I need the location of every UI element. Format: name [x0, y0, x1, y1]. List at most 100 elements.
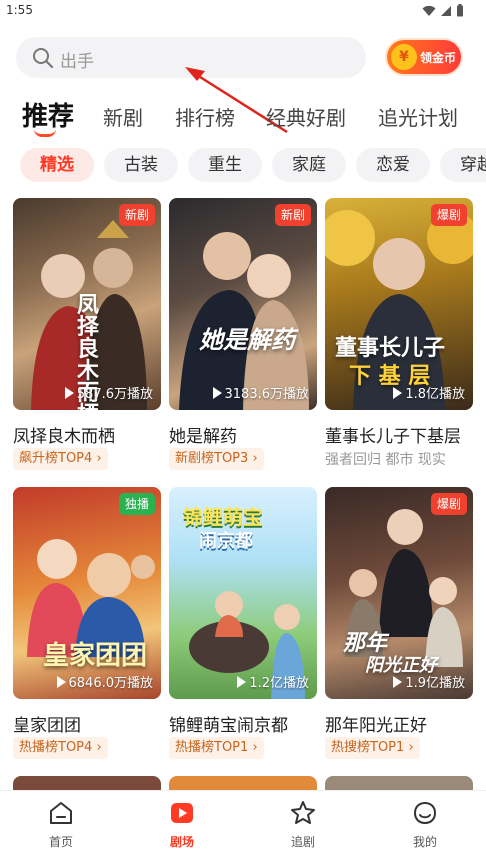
- nav-following-label: 追剧: [290, 835, 315, 849]
- collect-coins-label: 领金币: [420, 51, 457, 65]
- play-count: 587.6万播放: [64, 383, 153, 402]
- battery-icon: [457, 4, 463, 17]
- chevron-right-icon: ›: [252, 740, 258, 755]
- chip-time-travel[interactable]: 穿越: [440, 148, 486, 182]
- chevron-right-icon: ›: [96, 451, 102, 466]
- status-icons: [422, 4, 464, 17]
- drama-card[interactable]: 锦鲤萌宝 闹京都 1.2亿播放 锦鲤萌宝闹京都 热播榜TOP1 ›: [169, 487, 317, 767]
- exclusive-badge: 独播: [118, 493, 155, 515]
- tab-recommend[interactable]: 推荐: [22, 96, 74, 133]
- poster-title-line1: 锦鲤萌宝: [183, 505, 263, 529]
- play-icon: [393, 675, 403, 688]
- collect-coins-button[interactable]: ¥ 领金币: [387, 40, 461, 74]
- drama-card[interactable]: 那年 阳光正好 爆剧 1.9亿播放 那年阳光正好 热搜榜TOP1 ›: [325, 487, 473, 767]
- nav-profile[interactable]: 我的: [380, 799, 470, 850]
- play-count-text: 1.2亿播放: [249, 676, 309, 691]
- play-count-text: 1.8亿播放: [405, 387, 465, 402]
- poster-title: 皇家团团: [43, 641, 148, 671]
- nav-home[interactable]: 首页: [16, 799, 106, 850]
- chevron-right-icon: ›: [408, 740, 414, 755]
- play-count: 6846.0万播放: [56, 672, 154, 691]
- status-time: 1:55: [6, 3, 33, 17]
- nav-home-label: 首页: [48, 835, 73, 849]
- drama-poster[interactable]: 董事长儿子 下 基 层 爆剧 1.8亿播放: [325, 198, 473, 410]
- drama-card-partial[interactable]: [13, 776, 161, 790]
- drama-card[interactable]: 凤择良木而栖 新剧 587.6万播放 凤择良木而栖 飙升榜TOP4 ›: [13, 198, 161, 478]
- drama-card[interactable]: 皇家团团 独播 6846.0万播放 皇家团团 热播榜TOP4 ›: [13, 487, 161, 767]
- poster-art: [179, 232, 309, 410]
- coin-icon: ¥: [391, 44, 417, 70]
- chip-featured[interactable]: 精选: [20, 148, 94, 182]
- search-icon: [33, 48, 54, 69]
- rank-tag[interactable]: 热播榜TOP4 ›: [13, 737, 108, 759]
- drama-title[interactable]: 凤择良木而栖: [13, 422, 115, 447]
- poster-title-line2: 闹京都: [199, 531, 253, 552]
- play-icon: [237, 675, 247, 688]
- category-tabs: 推荐 新剧 排行榜 经典好剧 追光计划: [0, 96, 486, 140]
- drama-poster[interactable]: 那年 阳光正好 爆剧 1.9亿播放: [325, 487, 473, 699]
- rank-tag[interactable]: 新剧榜TOP3 ›: [169, 448, 264, 470]
- drama-title[interactable]: 她是解药: [169, 422, 237, 447]
- play-count: 3183.6万播放: [212, 383, 310, 402]
- rank-tag-text: 热搜榜TOP1: [331, 740, 405, 755]
- profile-icon: [413, 801, 437, 825]
- theater-play-icon: [171, 803, 193, 823]
- rank-tag-text: 热播榜TOP4: [19, 740, 93, 755]
- new-drama-badge: 新剧: [118, 204, 155, 226]
- drama-title[interactable]: 锦鲤萌宝闹京都: [169, 711, 288, 736]
- drama-card-partial[interactable]: [325, 776, 473, 790]
- play-count-text: 6846.0万播放: [68, 676, 154, 691]
- wifi-icon: [422, 5, 436, 16]
- play-icon: [393, 386, 403, 399]
- drama-poster[interactable]: 凤择良木而栖 新剧 587.6万播放: [13, 198, 161, 410]
- home-icon: [50, 802, 72, 824]
- genre-tags: 强者回归 都市 现实: [325, 452, 446, 468]
- drama-poster[interactable]: 锦鲤萌宝 闹京都 1.2亿播放: [169, 487, 317, 699]
- drama-card[interactable]: 她是解药 新剧 3183.6万播放 她是解药 新剧榜TOP3 ›: [169, 198, 317, 478]
- nav-following[interactable]: 追剧: [258, 799, 348, 850]
- play-icon: [64, 386, 74, 399]
- tab-classic[interactable]: 经典好剧: [266, 102, 346, 131]
- play-icon: [56, 675, 66, 688]
- rank-tag[interactable]: 热播榜TOP1 ›: [169, 737, 264, 759]
- new-drama-badge: 新剧: [274, 204, 311, 226]
- play-count-text: 3183.6万播放: [224, 387, 310, 402]
- nav-profile-label: 我的: [412, 835, 437, 849]
- status-bar: 1:55: [0, 0, 486, 22]
- drama-title[interactable]: 皇家团团: [13, 711, 81, 736]
- tab-ranking[interactable]: 排行榜: [175, 102, 235, 131]
- drama-poster[interactable]: 皇家团团 独播 6846.0万播放: [13, 487, 161, 699]
- drama-poster[interactable]: 她是解药 新剧 3183.6万播放: [169, 198, 317, 410]
- rank-tag[interactable]: 飙升榜TOP4 ›: [13, 448, 108, 470]
- hit-drama-badge: 爆剧: [430, 204, 467, 226]
- play-count-text: 1.9亿播放: [405, 676, 465, 691]
- play-count: 1.2亿播放: [237, 672, 309, 691]
- nav-theater-label: 剧场: [169, 835, 194, 849]
- bottom-nav: 首页 剧场 追剧 我的: [0, 790, 486, 864]
- rank-tag-text: 热播榜TOP1: [175, 740, 249, 755]
- play-icon: [212, 386, 222, 399]
- chip-romance[interactable]: 恋爱: [356, 148, 430, 182]
- signal-icon: [441, 5, 451, 16]
- play-count-text: 587.6万播放: [76, 387, 153, 402]
- rank-tag[interactable]: 热搜榜TOP1 ›: [325, 737, 420, 759]
- nav-theater[interactable]: 剧场: [137, 799, 227, 850]
- play-count: 1.8亿播放: [393, 383, 465, 402]
- chip-costume[interactable]: 古装: [104, 148, 178, 182]
- chip-rebirth[interactable]: 重生: [188, 148, 262, 182]
- drama-card[interactable]: 董事长儿子 下 基 层 爆剧 1.8亿播放 董事长儿子下基层 强者回归 都市 现…: [325, 198, 473, 478]
- drama-title[interactable]: 那年阳光正好: [325, 711, 427, 736]
- hit-drama-badge: 爆剧: [430, 493, 467, 515]
- chip-family[interactable]: 家庭: [272, 148, 346, 182]
- active-tab-indicator: [34, 129, 56, 137]
- rank-tag-text: 飙升榜TOP4: [19, 451, 93, 466]
- poster-title: 她是解药: [199, 325, 295, 354]
- play-count: 1.9亿播放: [393, 672, 465, 691]
- genre-chips: 精选 古装 重生 家庭 恋爱 穿越: [0, 148, 486, 182]
- tab-chase-light[interactable]: 追光计划: [378, 102, 458, 131]
- search-input[interactable]: 出手: [16, 37, 366, 78]
- chevron-right-icon: ›: [252, 451, 258, 466]
- tab-new[interactable]: 新剧: [103, 102, 143, 131]
- drama-card-partial[interactable]: [169, 776, 317, 790]
- drama-title[interactable]: 董事长儿子下基层: [325, 422, 461, 447]
